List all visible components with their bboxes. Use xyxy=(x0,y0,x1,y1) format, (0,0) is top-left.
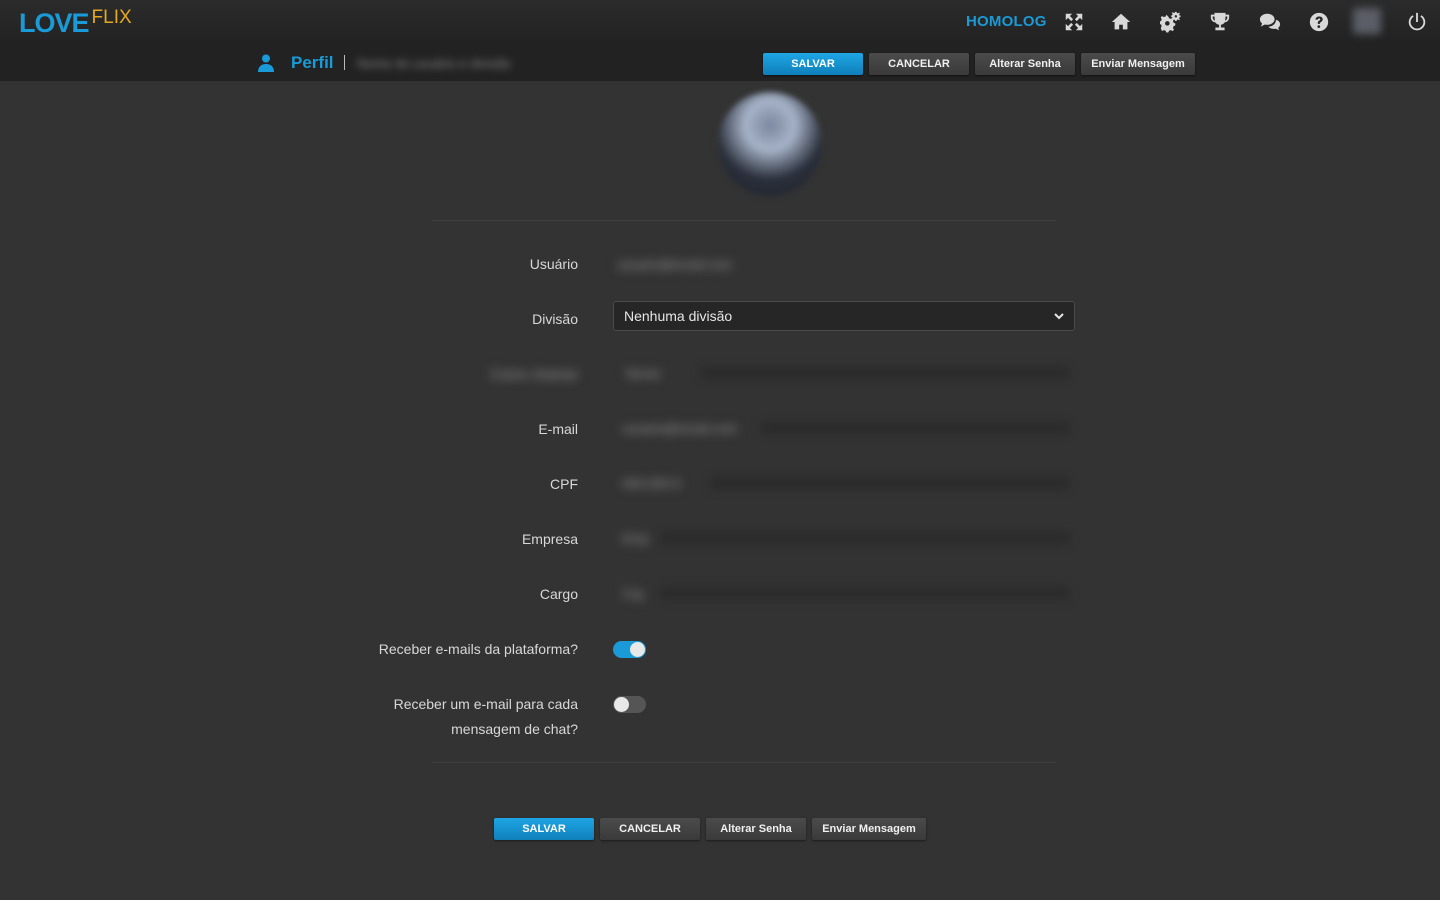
username-label: Usuário xyxy=(529,256,578,272)
send-message-button-bottom[interactable]: Enviar Mensagem xyxy=(812,818,926,840)
email-input-bg xyxy=(760,421,1070,435)
receive-emails-label: Receber e-mails da plataforma? xyxy=(378,641,578,657)
app-logo[interactable]: LOVE FLIX xyxy=(19,7,132,39)
role-value[interactable]: Crg xyxy=(622,586,643,601)
chat-email-label-line2: mensagem de chat? xyxy=(451,721,578,737)
user-icon xyxy=(258,54,274,72)
user-avatar-mini[interactable] xyxy=(1353,8,1381,34)
username-value: usuario@email.com xyxy=(617,257,733,272)
save-button-top[interactable]: SALVAR xyxy=(763,53,863,75)
trophy-icon[interactable] xyxy=(1208,10,1232,34)
cancel-button-top[interactable]: CANCELAR xyxy=(869,53,969,75)
change-password-button-top[interactable]: Alterar Senha xyxy=(975,53,1075,75)
chat-email-label-line1: Receber um e-mail para cada xyxy=(393,696,578,712)
company-value[interactable]: Emp xyxy=(622,531,649,546)
divider-bottom xyxy=(432,762,1056,763)
company-input-bg xyxy=(660,531,1070,545)
logo-main-text: LOVE xyxy=(19,8,90,38)
save-button-bottom[interactable]: SALVAR xyxy=(494,818,594,840)
send-message-button-top[interactable]: Enviar Mensagem xyxy=(1081,53,1195,75)
role-input-bg xyxy=(660,586,1070,600)
page-subtitle: Nome do usuário e divisão xyxy=(357,56,511,71)
company-label: Empresa xyxy=(521,531,578,547)
nickname-label: Como chamar xyxy=(490,366,578,382)
title-separator xyxy=(344,55,345,70)
role-label: Cargo xyxy=(539,586,578,602)
email-label: E-mail xyxy=(538,421,578,437)
cancel-button-bottom[interactable]: CANCELAR xyxy=(600,818,700,840)
division-label: Divisão xyxy=(532,311,578,327)
cpf-input-bg xyxy=(710,476,1070,490)
environment-badge: HOMOLOG xyxy=(966,13,1047,30)
toggle-knob xyxy=(614,697,629,712)
power-icon[interactable] xyxy=(1405,10,1429,34)
receive-emails-toggle[interactable] xyxy=(613,641,646,658)
chat-email-toggle[interactable] xyxy=(613,696,646,713)
fullscreen-icon[interactable] xyxy=(1062,10,1086,34)
nickname-value[interactable]: Nome xyxy=(626,366,661,381)
help-icon[interactable] xyxy=(1307,10,1331,34)
top-navigation-bar: LOVE FLIX HOMOLOG xyxy=(0,0,1440,44)
home-icon[interactable] xyxy=(1109,10,1133,34)
toggle-knob xyxy=(630,642,645,657)
page-header: Perfil Nome do usuário e divisão SALVAR … xyxy=(0,44,1440,81)
divider-top xyxy=(432,220,1056,221)
page-title: Perfil xyxy=(291,53,334,72)
cpf-label: CPF xyxy=(550,476,578,492)
email-value[interactable]: usuario@email.com xyxy=(622,421,737,436)
settings-gears-icon[interactable] xyxy=(1159,10,1183,34)
profile-photo[interactable] xyxy=(718,92,822,196)
chevron-down-icon xyxy=(1054,313,1064,320)
change-password-button-bottom[interactable]: Alterar Senha xyxy=(706,818,806,840)
logo-accent-text: FLIX xyxy=(91,7,132,28)
cpf-value[interactable]: 000.000-0 xyxy=(622,476,681,491)
division-select[interactable]: Nenhuma divisão xyxy=(613,301,1075,331)
nickname-input-bg xyxy=(700,366,1070,380)
division-selected-value: Nenhuma divisão xyxy=(624,308,733,324)
chat-icon[interactable] xyxy=(1258,10,1282,34)
